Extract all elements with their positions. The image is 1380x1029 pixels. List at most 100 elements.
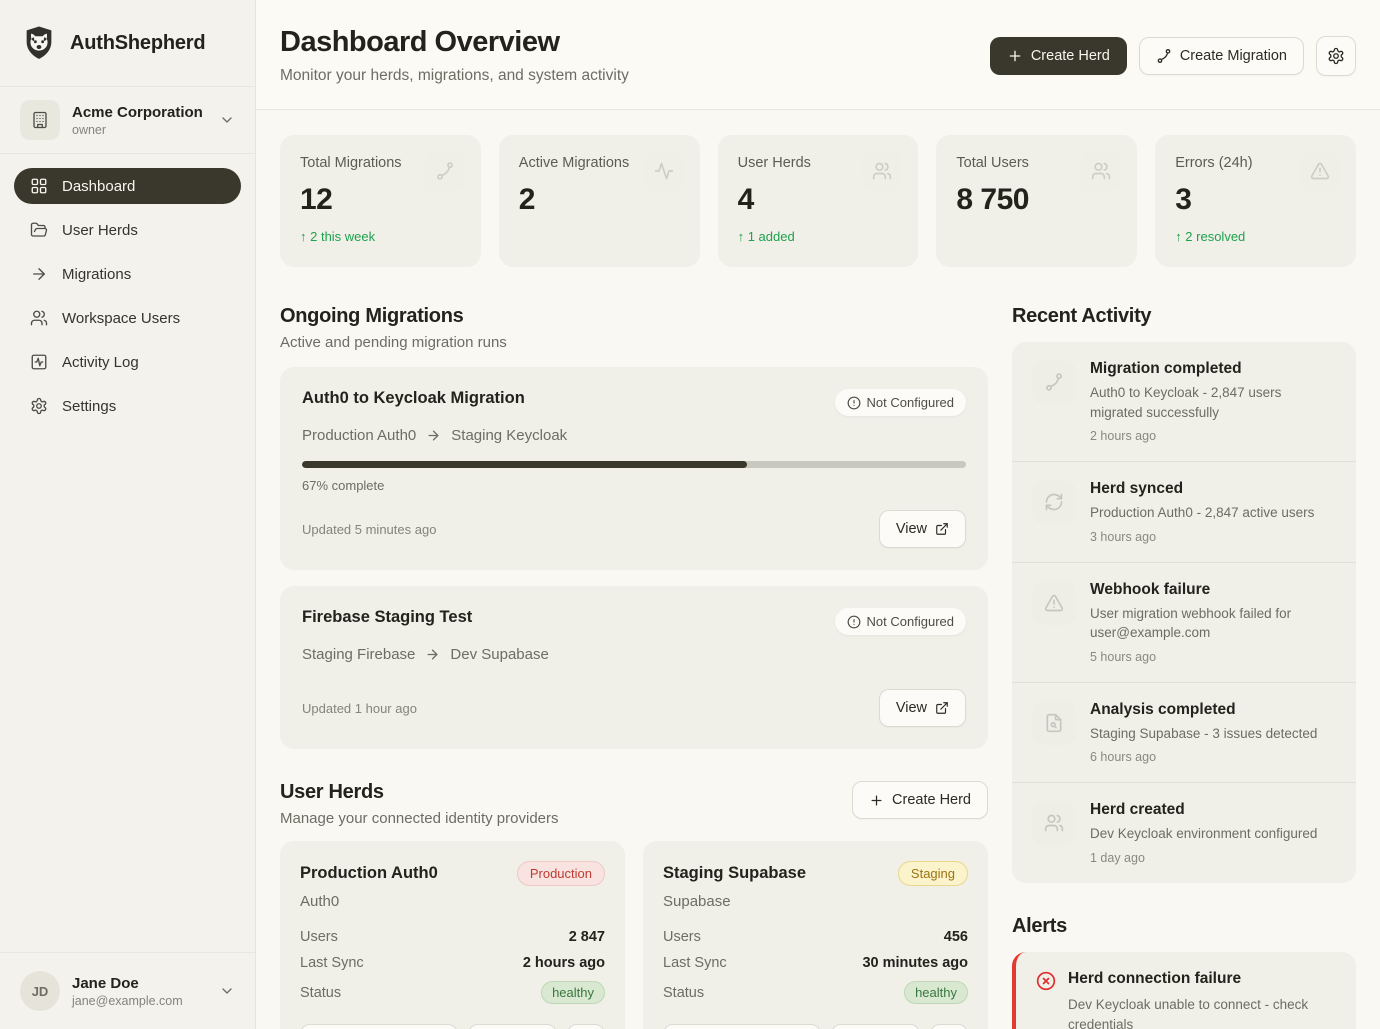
status-label: Status bbox=[300, 985, 341, 1001]
ongoing-migrations-title: Ongoing Migrations bbox=[280, 305, 988, 328]
alert-circle-icon bbox=[847, 396, 861, 410]
user-herds-subtitle: Manage your connected identity providers bbox=[280, 810, 559, 827]
users-icon bbox=[30, 309, 48, 327]
herd-name: Production Auth0 bbox=[300, 864, 438, 883]
stats-row: Total Migrations 12 ↑ 2 this week Active… bbox=[280, 135, 1356, 267]
app-root: AuthShepherd Acme Corporation owner bbox=[0, 0, 1380, 1029]
stat-delta: ↑ 2 this week bbox=[300, 229, 461, 244]
sidebar-item-activity-log[interactable]: Activity Log bbox=[14, 344, 241, 380]
user-menu[interactable]: JD Jane Doe jane@example.com bbox=[0, 952, 255, 1029]
migration-name: Firebase Staging Test bbox=[302, 608, 472, 627]
workspace-switcher[interactable]: Acme Corporation owner bbox=[0, 87, 255, 154]
settings-button[interactable] bbox=[1316, 36, 1356, 76]
badge-label: Not Configured bbox=[867, 614, 954, 629]
gear-icon bbox=[1327, 47, 1345, 65]
view-label: View bbox=[896, 700, 927, 716]
sidebar-item-label: Migrations bbox=[62, 266, 131, 283]
environment-badge: Production bbox=[517, 861, 605, 886]
user-info: Jane Doe jane@example.com bbox=[72, 975, 183, 1008]
migration-target: Dev Supabase bbox=[450, 646, 548, 663]
create-migration-button[interactable]: Create Migration bbox=[1139, 37, 1304, 75]
activity-title: Migration completed bbox=[1090, 360, 1336, 378]
migration-card: Auth0 to Keycloak Migration Not Configur… bbox=[280, 367, 988, 570]
activity-time: 6 hours ago bbox=[1090, 750, 1317, 764]
create-herd-button[interactable]: Create Herd bbox=[990, 37, 1127, 75]
workspace-info: Acme Corporation owner bbox=[72, 104, 203, 137]
herd-provider: Supabase bbox=[663, 893, 968, 910]
x-circle-icon bbox=[1036, 971, 1056, 991]
stat-card-total-migrations: Total Migrations 12 ↑ 2 this week bbox=[280, 135, 481, 267]
activity-icon bbox=[644, 151, 684, 191]
migration-route: Production Auth0 Staging Keycloak bbox=[302, 427, 966, 444]
activity-item: Herd synced Production Auth0 - 2,847 act… bbox=[1012, 462, 1356, 563]
route-icon bbox=[1156, 48, 1172, 64]
activity-description: Production Auth0 - 2,847 active users bbox=[1090, 503, 1314, 523]
last-sync-value: 30 minutes ago bbox=[862, 955, 968, 971]
view-label: View bbox=[896, 521, 927, 537]
left-column: Ongoing Migrations Active and pending mi… bbox=[280, 305, 988, 1029]
search-herd-button[interactable] bbox=[567, 1024, 605, 1029]
alert-triangle-icon bbox=[1300, 151, 1340, 191]
external-link-icon bbox=[935, 522, 949, 536]
sidebar-item-workspace-users[interactable]: Workspace Users bbox=[14, 300, 241, 336]
users-value: 456 bbox=[944, 929, 968, 945]
sidebar-item-user-herds[interactable]: User Herds bbox=[14, 212, 241, 248]
right-column: Recent Activity Migration completed Auth… bbox=[1012, 305, 1356, 1029]
grid-icon bbox=[30, 177, 48, 195]
search-herd-button[interactable] bbox=[930, 1024, 968, 1029]
refresh-icon bbox=[1032, 480, 1076, 524]
last-sync-value: 2 hours ago bbox=[523, 955, 605, 971]
sync-herd-button[interactable]: Sync bbox=[831, 1024, 920, 1029]
view-migration-button[interactable]: View bbox=[879, 510, 966, 548]
activity-item: Migration completed Auth0 to Keycloak - … bbox=[1012, 342, 1356, 462]
sync-herd-button[interactable]: Sync bbox=[468, 1024, 557, 1029]
arrow-right-icon bbox=[30, 265, 48, 283]
herd-provider: Auth0 bbox=[300, 893, 605, 910]
sidebar-item-label: User Herds bbox=[62, 222, 138, 239]
activity-title: Analysis completed bbox=[1090, 701, 1317, 719]
migration-source: Staging Firebase bbox=[302, 646, 415, 663]
alerts-title: Alerts bbox=[1012, 915, 1356, 938]
herd-card: Production Auth0 Production Auth0 Users … bbox=[280, 841, 625, 1029]
route-icon bbox=[425, 151, 465, 191]
activity-item: Analysis completed Staging Supabase - 3 … bbox=[1012, 683, 1356, 784]
activity-time: 2 hours ago bbox=[1090, 429, 1336, 443]
sidebar-item-label: Workspace Users bbox=[62, 310, 180, 327]
migration-updated: Updated 5 minutes ago bbox=[302, 522, 436, 537]
app-title: AuthShepherd bbox=[70, 32, 205, 55]
arrow-right-icon bbox=[426, 428, 441, 443]
folder-open-icon bbox=[30, 221, 48, 239]
stat-card-active-migrations: Active Migrations 2 bbox=[499, 135, 700, 267]
view-herd-button[interactable]: View bbox=[300, 1024, 458, 1029]
page-content: Total Migrations 12 ↑ 2 this week Active… bbox=[256, 110, 1380, 1029]
migration-route: Staging Firebase Dev Supabase bbox=[302, 646, 966, 663]
app-logo: AuthShepherd bbox=[0, 0, 255, 87]
gear-icon bbox=[30, 397, 48, 415]
progress-bar-fill bbox=[302, 461, 747, 468]
activity-description: Dev Keycloak environment configured bbox=[1090, 824, 1317, 844]
sidebar-item-settings[interactable]: Settings bbox=[14, 388, 241, 424]
header-actions: Create Herd Create Migration bbox=[990, 36, 1356, 76]
plus-icon bbox=[1007, 48, 1023, 64]
activity-item: Webhook failure User migration webhook f… bbox=[1012, 563, 1356, 683]
view-herd-button[interactable]: View bbox=[663, 1024, 821, 1029]
workspace-name: Acme Corporation bbox=[72, 104, 203, 121]
migration-source: Production Auth0 bbox=[302, 427, 416, 444]
sidebar-item-migrations[interactable]: Migrations bbox=[14, 256, 241, 292]
chevron-down-icon bbox=[219, 983, 235, 999]
alert-item-error: Herd connection failure Dev Keycloak una… bbox=[1012, 952, 1356, 1029]
stat-card-user-herds: User Herds 4 ↑ 1 added bbox=[718, 135, 919, 267]
activity-title: Herd synced bbox=[1090, 480, 1314, 498]
migration-updated: Updated 1 hour ago bbox=[302, 701, 417, 716]
status-badge: healthy bbox=[541, 981, 605, 1004]
create-herd-secondary-button[interactable]: Create Herd bbox=[852, 781, 988, 819]
migration-target: Staging Keycloak bbox=[451, 427, 567, 444]
sidebar-item-dashboard[interactable]: Dashboard bbox=[14, 168, 241, 204]
view-migration-button[interactable]: View bbox=[879, 689, 966, 727]
sidebar-item-label: Activity Log bbox=[62, 354, 139, 371]
herd-name: Staging Supabase bbox=[663, 864, 806, 883]
users-value: 2 847 bbox=[569, 929, 605, 945]
route-icon bbox=[1032, 360, 1076, 404]
activity-item: Herd created Dev Keycloak environment co… bbox=[1012, 783, 1356, 883]
chevron-down-icon bbox=[219, 112, 235, 128]
